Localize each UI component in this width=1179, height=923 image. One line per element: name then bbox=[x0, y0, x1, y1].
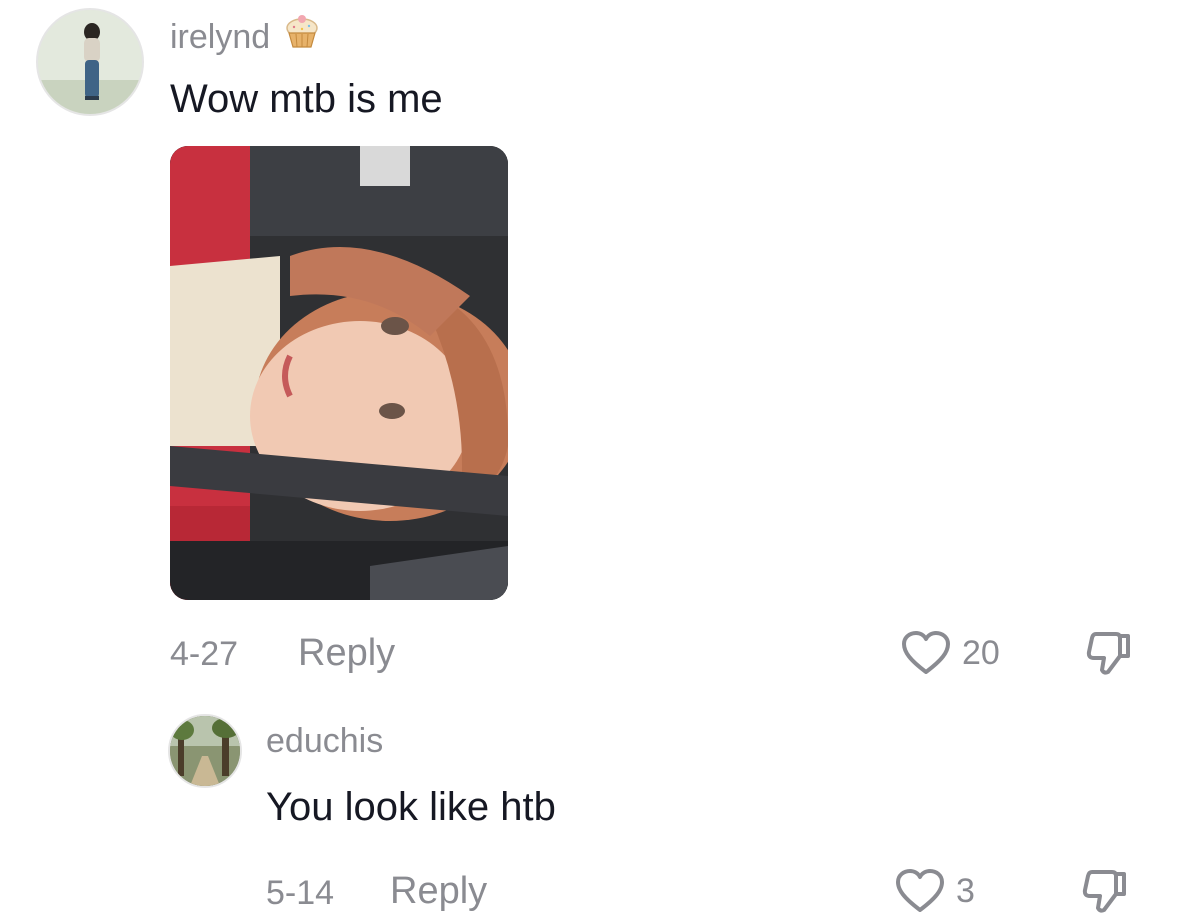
comment-educhis: educhis You look like htb 5-14 Reply 3 bbox=[0, 700, 1179, 923]
reply-button[interactable]: Reply bbox=[390, 868, 487, 914]
reply-button[interactable]: Reply bbox=[298, 630, 395, 676]
comment-photo[interactable] bbox=[170, 146, 508, 600]
like-count: 3 bbox=[956, 872, 975, 910]
avatar-educhis[interactable] bbox=[168, 714, 242, 788]
username-text[interactable]: irelynd bbox=[170, 18, 270, 56]
comment-date: 5-14 bbox=[266, 874, 335, 912]
like-button[interactable]: 20 bbox=[898, 628, 1000, 678]
heart-icon bbox=[898, 628, 954, 678]
comment-text: Wow mtb is me bbox=[170, 77, 443, 121]
dislike-button[interactable] bbox=[1082, 626, 1134, 678]
avatar-photo bbox=[38, 10, 142, 114]
username[interactable]: irelynd bbox=[170, 12, 322, 62]
selfie-image bbox=[170, 146, 508, 600]
comment-date: 4-27 bbox=[170, 635, 239, 673]
like-button[interactable]: 3 bbox=[892, 866, 975, 916]
avatar-irelynd[interactable] bbox=[36, 8, 144, 116]
username[interactable]: educhis bbox=[266, 720, 383, 762]
heart-icon bbox=[892, 866, 948, 916]
comment-irelynd: irelynd Wow mtb is me 4-27 Reply 20 bbox=[0, 0, 1179, 700]
like-count: 20 bbox=[962, 634, 1000, 672]
thumbs-down-icon bbox=[1082, 870, 1126, 913]
avatar-photo bbox=[170, 716, 240, 786]
thumbs-down-icon bbox=[1086, 632, 1130, 675]
cupcake-icon bbox=[282, 12, 322, 62]
dislike-button[interactable] bbox=[1078, 864, 1130, 916]
comment-text: You look like htb bbox=[266, 785, 556, 829]
